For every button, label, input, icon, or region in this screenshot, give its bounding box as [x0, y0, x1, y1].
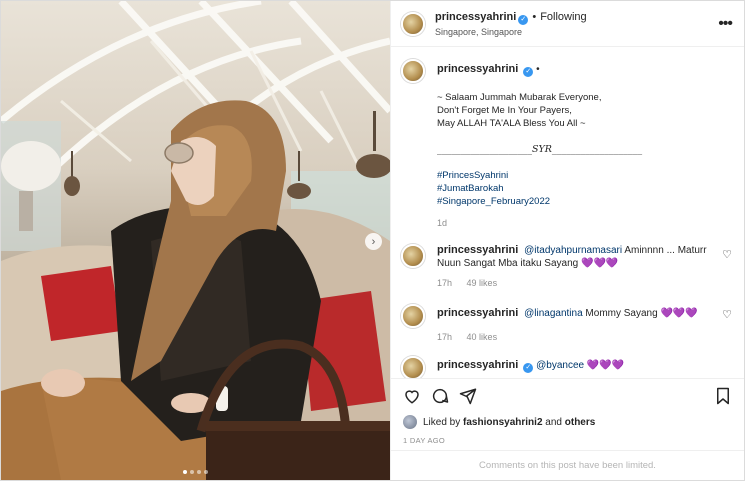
- post-date[interactable]: 1 DAY AGO: [391, 432, 744, 450]
- comment-item: princessyahrini @linagantina Mommy Sayan…: [401, 304, 734, 342]
- following-button[interactable]: Following: [540, 11, 586, 23]
- comment-item: princessyahrini @itadyahpurnamasari Amin…: [401, 244, 734, 288]
- comment-username[interactable]: princessyahrini: [437, 244, 518, 256]
- like-heart-icon[interactable]: [401, 385, 423, 407]
- username-link[interactable]: princessyahrini: [435, 11, 516, 23]
- carousel-dot: [197, 470, 201, 474]
- caption: princessyahrini ✓ • ~ Salaam Jummah Mubar…: [401, 59, 734, 228]
- hashtag-link[interactable]: #Singapore_February2022: [437, 195, 734, 208]
- comment-icon[interactable]: [429, 385, 451, 407]
- carousel-dot: [190, 470, 194, 474]
- caption-username[interactable]: princessyahrini: [437, 63, 518, 75]
- liked-by-and: and: [545, 416, 562, 428]
- comment-item: princessyahrini ✓ @byancee 💜💜💜: [401, 356, 734, 378]
- carousel-dot: [204, 470, 208, 474]
- liker-username[interactable]: fashionsyahrini2: [463, 417, 542, 428]
- comment-username[interactable]: princessyahrini: [437, 359, 518, 371]
- caption-signature: ____________________SYR_________________…: [437, 144, 643, 155]
- save-bookmark-icon[interactable]: [712, 385, 734, 407]
- comment-age: 17h: [437, 278, 453, 288]
- comments-limited-notice: Comments on this post have been limited.: [391, 450, 744, 480]
- comment-likes[interactable]: 49 likes: [467, 278, 498, 288]
- post-side-panel: princessyahrini ✓ • Following Singapore, Si…: [390, 1, 744, 480]
- share-icon[interactable]: [457, 385, 479, 407]
- avatar[interactable]: [401, 11, 425, 36]
- caption-line: Don't Forget Me In Your Payers,: [437, 105, 572, 116]
- verified-badge-icon: ✓: [523, 363, 534, 373]
- mention-link[interactable]: @linagantina: [524, 308, 583, 319]
- hashtag-link[interactable]: #JumatBarokah: [437, 182, 734, 195]
- avatar[interactable]: [401, 244, 425, 268]
- hashtag-link[interactable]: #PrincesSyahrini: [437, 169, 734, 182]
- post-photo[interactable]: ›: [1, 1, 390, 480]
- next-photo-button[interactable]: ›: [365, 233, 382, 250]
- comment-age: 17h: [437, 332, 453, 342]
- purple-heart-emoji: 💜💜💜: [660, 308, 698, 319]
- caption-text: ~ Salaam Jummah Mubarak Everyone, Don't …: [437, 91, 734, 208]
- liked-by-prefix: Liked by: [423, 416, 461, 428]
- liked-by-row: Liked by fashionsyahrini2 and others: [391, 412, 744, 432]
- post-dialog: › princessyahrini ✓ • Following Singapore, …: [0, 0, 745, 481]
- liker-avatar[interactable]: [403, 415, 417, 429]
- like-comment-heart-icon[interactable]: ♡: [722, 308, 732, 321]
- purple-heart-emoji: 💜💜💜: [581, 258, 619, 269]
- avatar[interactable]: [401, 356, 425, 378]
- comment-likes[interactable]: 40 likes: [467, 332, 498, 342]
- avatar[interactable]: [401, 59, 425, 83]
- carousel-dot: [183, 470, 187, 474]
- caption-line: May ALLAH TA'ALA Bless You All ~: [437, 118, 586, 129]
- verified-badge-icon: ✓: [523, 67, 534, 77]
- separator-dot: •: [536, 64, 540, 75]
- caption-line: [437, 156, 734, 169]
- post-header: princessyahrini ✓ • Following Singapore, Si…: [391, 1, 744, 47]
- others-link[interactable]: others: [565, 417, 596, 428]
- verified-badge-icon: ✓: [518, 14, 529, 25]
- like-comment-heart-icon[interactable]: ♡: [722, 248, 732, 261]
- separator-dot: •: [532, 10, 537, 23]
- action-bar: [391, 378, 744, 412]
- comment-text: Mommy Sayang: [585, 308, 658, 319]
- caption-age: 1d: [437, 218, 448, 228]
- purple-heart-emoji: 💜💜💜: [586, 360, 625, 371]
- avatar[interactable]: [401, 304, 425, 328]
- mention-link[interactable]: @byancee: [536, 360, 584, 371]
- caption-line: ~ Salaam Jummah Mubarak Everyone,: [437, 92, 602, 103]
- photo-illustration: [1, 1, 390, 480]
- location-link[interactable]: Singapore, Singapore: [435, 27, 587, 37]
- comment-username[interactable]: princessyahrini: [437, 307, 518, 319]
- mention-link[interactable]: @itadyahpurnamasari: [524, 245, 622, 256]
- more-options-icon[interactable]: •••: [718, 15, 733, 33]
- carousel-indicator: [1, 470, 390, 474]
- comments-list[interactable]: princessyahrini ✓ • ~ Salaam Jummah Mubar…: [391, 47, 744, 378]
- caption-line: [437, 130, 734, 143]
